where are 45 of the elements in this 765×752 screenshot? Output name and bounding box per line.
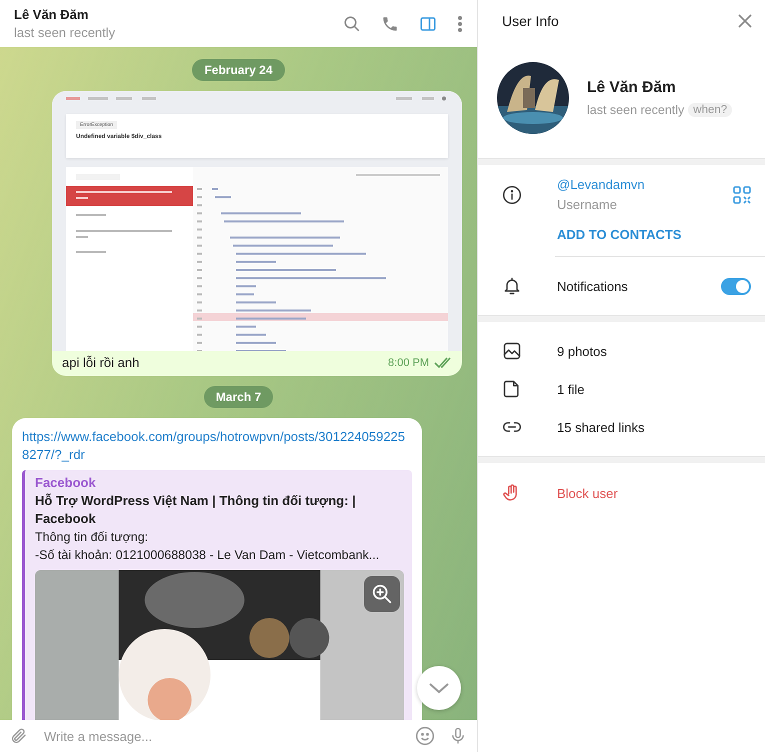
call-button[interactable] xyxy=(381,14,399,32)
search-icon xyxy=(343,14,361,32)
notifications-toggle[interactable] xyxy=(721,278,751,294)
zoom-in-icon xyxy=(371,583,393,605)
notifications-label: Notifications xyxy=(557,278,629,294)
phone-icon xyxy=(381,14,399,32)
chevron-down-icon xyxy=(428,682,450,694)
preview-site: Facebook xyxy=(35,474,97,492)
close-button[interactable] xyxy=(737,13,753,29)
shared-media-item[interactable]: 15 shared links xyxy=(557,420,751,434)
block-user-button[interactable]: Block user xyxy=(557,486,751,500)
message-time: 8:00 PM xyxy=(388,356,429,368)
link-preview[interactable]: Facebook Hỗ Trợ WordPress Việt Nam | Thông tin đối tượng: | Facebook Thông tin đối tượng: -Số tài khoản: 0121000688038 - Le Van Dam - Vietcombank... xyxy=(22,470,412,720)
scroll-down-button[interactable] xyxy=(417,666,461,710)
emoji-icon[interactable] xyxy=(415,726,435,746)
profile-status: last seen recently xyxy=(587,103,684,117)
search-button[interactable] xyxy=(343,14,361,32)
close-icon xyxy=(737,13,753,29)
sidebar-toggle-button[interactable] xyxy=(419,14,437,32)
message-link[interactable]: https://www.facebook.com/groups/hotrowpvn/posts/3012240592258277/?_rdr xyxy=(22,428,412,464)
bell-icon xyxy=(502,276,522,296)
more-button[interactable] xyxy=(457,14,463,32)
message-text: api lỗi rồi anh xyxy=(62,355,140,370)
date-badge: February 24 xyxy=(192,59,285,81)
qr-code-icon[interactable] xyxy=(733,186,751,204)
when-button[interactable]: when? xyxy=(688,103,732,117)
username-label: Username xyxy=(557,197,618,212)
paperclip-icon[interactable] xyxy=(10,726,28,746)
preview-text: -Số tài khoản: 0121000688038 - Le Van Dam - Vietcombank... xyxy=(35,547,380,564)
profile-name: Lê Văn Đăm xyxy=(587,79,677,97)
shared-media-item[interactable]: 1 file xyxy=(557,382,751,396)
shared-media-item[interactable]: 9 photos xyxy=(557,344,751,358)
date-badge: March 7 xyxy=(204,386,274,408)
info-icon xyxy=(502,185,522,205)
chat-name: Lê Văn Đăm xyxy=(14,7,90,22)
preview-text: Thông tin đối tượng: xyxy=(35,529,150,546)
panel-title: User Info xyxy=(502,13,560,29)
preview-title: Hỗ Trợ WordPress Việt Nam | Thông tin đối tượng: | Facebook xyxy=(35,492,357,528)
chat-status: last seen recently xyxy=(14,25,116,40)
zoom-button[interactable] xyxy=(364,576,400,612)
more-icon xyxy=(457,14,463,32)
username-value[interactable]: @Levandamvn xyxy=(557,177,733,192)
add-to-contacts-link[interactable]: ADD TO CONTACTS xyxy=(557,226,682,242)
sidebar-icon xyxy=(419,14,437,32)
image-icon xyxy=(502,341,522,361)
